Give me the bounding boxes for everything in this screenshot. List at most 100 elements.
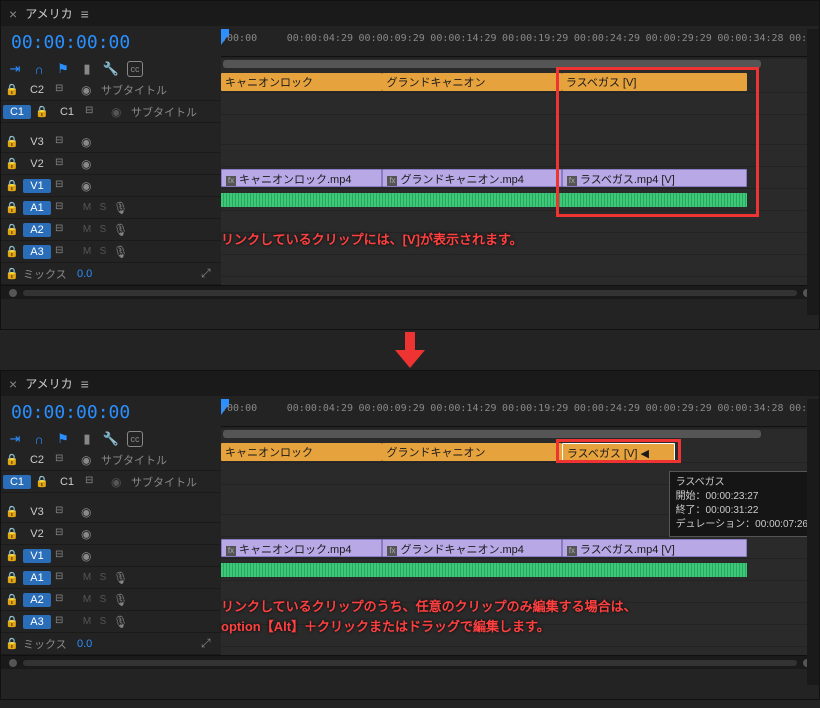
mix-value[interactable]: 0.0	[77, 268, 92, 280]
lock-icon[interactable]: 🔒	[5, 593, 19, 606]
lock-icon[interactable]: 🔒	[5, 179, 19, 192]
h-scrollbar[interactable]	[1, 285, 819, 299]
marker-icon[interactable]: ▮	[79, 61, 95, 77]
sync-lock-icon[interactable]: ⊟	[55, 135, 77, 149]
sequence-name[interactable]: アメリカ	[25, 375, 72, 392]
expand-icon[interactable]: ⤢	[201, 636, 217, 651]
track-c2[interactable]: 🔒 C2 ⊟ ◉ サブタイトル	[1, 79, 221, 101]
eye-slash-icon[interactable]: ◉	[111, 105, 127, 119]
eye-icon[interactable]: ◉	[81, 83, 97, 97]
sync-lock-icon[interactable]: ⊟	[55, 179, 77, 193]
sync-lock-icon[interactable]: ⊟	[55, 593, 77, 607]
track-a3[interactable]: 🔒 A3 ⊟ M S 🎙	[1, 611, 221, 633]
lock-icon[interactable]: 🔒	[5, 83, 19, 96]
track-v1[interactable]: 🔒 V1 ⊟ ◉	[1, 175, 221, 197]
lock-icon[interactable]: 🔒	[5, 549, 19, 562]
track-v2[interactable]: 🔒 V2 ⊟ ◉	[1, 523, 221, 545]
sync-lock-icon[interactable]: ⊟	[85, 105, 107, 119]
timeline-content[interactable]: キャニオンロック グランドキャニオン ラスベガス [V] fxキャニオンロック.…	[221, 59, 819, 285]
clip-audio[interactable]: fx	[221, 561, 747, 579]
clip-audio[interactable]: fx	[221, 191, 747, 209]
snap-icon[interactable]: ∩	[31, 431, 47, 447]
clip-grand-canyon-caption[interactable]: グランドキャニオン	[382, 73, 561, 91]
track-label[interactable]: V3	[23, 505, 51, 519]
linked-selection-icon[interactable]: ⚑	[55, 61, 71, 77]
track-v2[interactable]: 🔒 V2 ⊟ ◉	[1, 153, 221, 175]
lock-icon[interactable]: 🔒	[5, 505, 19, 518]
sequence-name[interactable]: アメリカ	[25, 5, 72, 22]
sync-lock-icon[interactable]: ⊟	[55, 83, 77, 97]
track-label[interactable]: V1	[23, 179, 51, 193]
solo-button[interactable]: S	[97, 594, 109, 605]
lock-icon[interactable]: 🔒	[5, 135, 19, 148]
lock-icon[interactable]: 🔒	[5, 637, 19, 650]
track-c1[interactable]: C1 🔒 C1 ⊟ ◉ サブタイトル	[1, 101, 221, 123]
voice-icon[interactable]: 🎙	[113, 571, 129, 585]
eye-icon[interactable]: ◉	[81, 505, 97, 519]
marker-icon[interactable]: ▮	[79, 431, 95, 447]
lock-icon[interactable]: 🔒	[5, 223, 19, 236]
track-c1[interactable]: C1 🔒 C1 ⊟ ◉ サブタイトル	[1, 471, 221, 493]
track-label[interactable]: V2	[23, 527, 51, 541]
scroll-knob-left[interactable]	[9, 659, 17, 667]
close-icon[interactable]: ×	[9, 376, 17, 392]
clip-grand-canyon-video[interactable]: fxグランドキャニオン.mp4	[382, 169, 561, 187]
track-label[interactable]: C1	[53, 105, 81, 119]
eye-icon[interactable]: ◉	[81, 527, 97, 541]
track-v3[interactable]: 🔒 V3 ⊟ ◉	[1, 501, 221, 523]
clip-las-vegas-caption-trimmed[interactable]: ラスベガス [V] ◀	[562, 443, 676, 461]
lock-icon[interactable]: 🔒	[5, 571, 19, 584]
solo-button[interactable]: S	[97, 224, 109, 235]
panel-menu-icon[interactable]: ≡	[81, 376, 89, 392]
settings-icon[interactable]: 🔧	[103, 61, 119, 77]
playhead-timecode[interactable]: 00:00:00:00	[1, 396, 221, 429]
lock-icon[interactable]: 🔒	[5, 201, 19, 214]
v-scrollbar[interactable]	[807, 399, 819, 685]
mute-button[interactable]: M	[81, 616, 93, 627]
clip-grand-canyon-video[interactable]: fxグランドキャニオン.mp4	[382, 539, 561, 557]
track-label[interactable]: V3	[23, 135, 51, 149]
clip-grand-canyon-caption[interactable]: グランドキャニオン	[382, 443, 561, 461]
timeline-content[interactable]: キャニオンロック グランドキャニオン ラスベガス [V] ◀ fxキャニオンロッ…	[221, 429, 819, 655]
sync-lock-icon[interactable]: ⊟	[55, 245, 77, 259]
track-v3[interactable]: 🔒 V3 ⊟ ◉	[1, 131, 221, 153]
mute-button[interactable]: M	[81, 224, 93, 235]
sync-lock-icon[interactable]: ⊟	[55, 201, 77, 215]
lock-icon[interactable]: 🔒	[5, 267, 19, 280]
mute-button[interactable]: M	[81, 572, 93, 583]
track-label[interactable]: C2	[23, 83, 51, 97]
solo-button[interactable]: S	[97, 246, 109, 257]
eye-icon[interactable]: ◉	[81, 179, 97, 193]
track-label[interactable]: V2	[23, 157, 51, 171]
mute-button[interactable]: M	[81, 246, 93, 257]
sync-lock-icon[interactable]: ⊟	[85, 475, 107, 489]
solo-button[interactable]: S	[97, 616, 109, 627]
sync-lock-icon[interactable]: ⊟	[55, 549, 77, 563]
time-ruler[interactable]: :00:00 00:00:04:29 00:00:09:29 00:00:14:…	[221, 29, 819, 57]
eye-icon[interactable]: ◉	[81, 453, 97, 467]
track-v1[interactable]: 🔒 V1 ⊟ ◉	[1, 545, 221, 567]
voice-icon[interactable]: 🎙	[113, 201, 129, 215]
track-a1[interactable]: 🔒 A1 ⊟ M S 🎙	[1, 197, 221, 219]
track-label[interactable]: A2	[23, 223, 51, 237]
lock-icon[interactable]: 🔒	[5, 157, 19, 170]
clip-canyon-rock-caption[interactable]: キャニオンロック	[221, 443, 382, 461]
sync-lock-icon[interactable]: ⊟	[55, 615, 77, 629]
clip-canyon-rock-video[interactable]: fxキャニオンロック.mp4	[221, 539, 382, 557]
zoom-bar[interactable]	[221, 429, 819, 439]
clip-las-vegas-caption[interactable]: ラスベガス [V]	[562, 73, 747, 91]
track-label[interactable]: C1	[53, 475, 81, 489]
insert-mode-icon[interactable]: ⇥	[7, 431, 23, 447]
solo-button[interactable]: S	[97, 202, 109, 213]
track-label[interactable]: A2	[23, 593, 51, 607]
voice-icon[interactable]: 🎙	[113, 223, 129, 237]
insert-mode-icon[interactable]: ⇥	[7, 61, 23, 77]
source-patch[interactable]: C1	[3, 105, 31, 119]
track-mix[interactable]: 🔒 ミックス 0.0 ⤢	[1, 633, 221, 655]
lock-icon[interactable]: 🔒	[35, 475, 49, 488]
track-label[interactable]: A1	[23, 571, 51, 585]
mute-button[interactable]: M	[81, 202, 93, 213]
sync-lock-icon[interactable]: ⊟	[55, 223, 77, 237]
sync-lock-icon[interactable]: ⊟	[55, 453, 77, 467]
clip-canyon-rock-video[interactable]: fxキャニオンロック.mp4	[221, 169, 382, 187]
